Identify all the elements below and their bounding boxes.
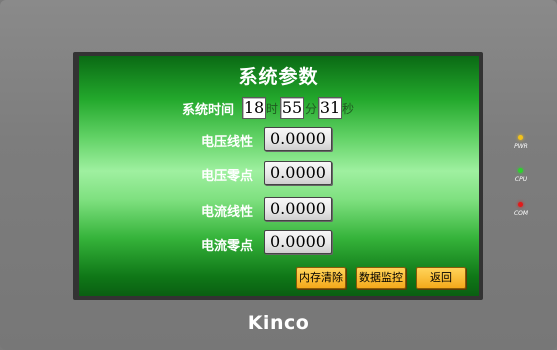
pwr-led-icon — [518, 135, 523, 140]
minute-field[interactable]: 55 — [280, 97, 304, 119]
hour-field[interactable]: 18 — [242, 97, 266, 119]
current-linear-label: 电流线性 — [201, 205, 254, 220]
hour-unit: 时 — [266, 102, 279, 116]
current-zero-input[interactable]: 0.0000 — [264, 230, 332, 254]
cpu-label: CPU — [514, 176, 528, 183]
back-button[interactable]: 返回 — [416, 267, 466, 289]
page-title: 系统参数 — [238, 66, 319, 88]
second-field[interactable]: 31 — [318, 97, 342, 119]
voltage-linear-label: 电压线性 — [201, 135, 254, 150]
system-time-label: 系统时间 — [182, 103, 235, 118]
current-linear-input[interactable]: 0.0000 — [264, 197, 332, 221]
cpu-led-icon — [518, 168, 523, 173]
brand-logo: Kinco — [247, 312, 310, 334]
clear-memory-button[interactable]: 内存清除 — [296, 267, 346, 289]
voltage-linear-input[interactable]: 0.0000 — [264, 127, 332, 151]
voltage-zero-input[interactable]: 0.0000 — [264, 161, 332, 185]
data-monitor-button[interactable]: 数据监控 — [356, 267, 406, 289]
voltage-zero-label: 电压零点 — [201, 169, 254, 184]
com-label: COM — [513, 210, 529, 217]
com-led-icon — [518, 202, 523, 207]
current-zero-label: 电流零点 — [201, 239, 254, 254]
pwr-label: PWR — [514, 143, 528, 150]
second-unit: 秒 — [342, 102, 355, 116]
minute-unit: 分 — [305, 102, 318, 116]
